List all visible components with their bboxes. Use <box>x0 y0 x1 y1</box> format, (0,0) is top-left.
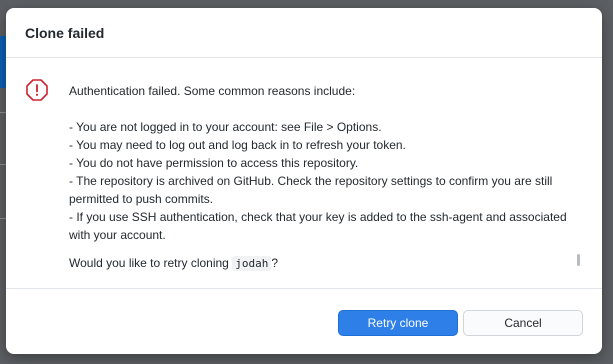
repository-name: jodah <box>232 256 272 271</box>
dialog-header: Clone failed <box>6 8 602 58</box>
reason-item: - You do not have permission to access t… <box>69 156 359 170</box>
reason-item: - You are not logged in to your account:… <box>69 120 382 134</box>
clone-failed-dialog: Clone failed Authentication failed. Some… <box>6 8 602 354</box>
reason-item: - You may need to log out and log back i… <box>69 138 406 152</box>
retry-prefix: Would you like to retry cloning <box>69 256 229 270</box>
dialog-title: Clone failed <box>25 24 105 41</box>
dialog-footer: Retry clone Cancel <box>6 288 602 354</box>
alert-octagon-icon <box>25 78 49 102</box>
message-scrollbar[interactable] <box>577 254 580 266</box>
retry-question: Would you like to retry cloning jodah? <box>69 254 569 273</box>
retry-clone-button[interactable]: Retry clone <box>338 310 458 336</box>
reason-item: - The repository is archived on GitHub. … <box>69 174 553 206</box>
reason-list: - You are not logged in to your account:… <box>69 118 569 244</box>
dialog-body: Authentication failed. Some common reaso… <box>6 58 602 289</box>
error-message: Authentication failed. Some common reaso… <box>69 82 569 273</box>
cancel-button[interactable]: Cancel <box>463 310 583 336</box>
error-intro: Authentication failed. Some common reaso… <box>69 84 356 98</box>
retry-suffix: ? <box>271 256 279 270</box>
reason-item: - If you use SSH authentication, check t… <box>69 210 567 242</box>
